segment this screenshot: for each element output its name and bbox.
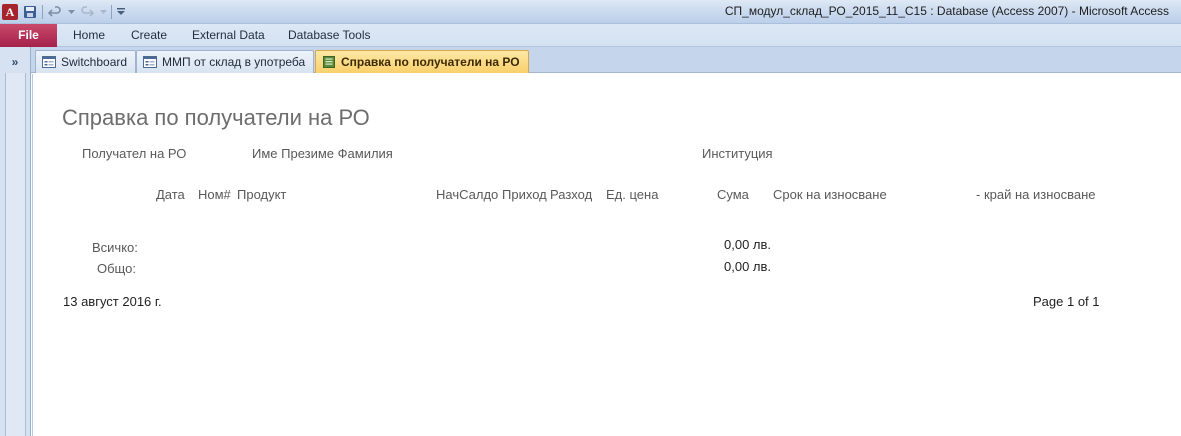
navigation-pane-collapsed: » — [0, 47, 31, 436]
column-header-wear-end: - край на износване — [976, 187, 1096, 202]
total-all-label: Всичко: — [92, 240, 138, 255]
name-label: Име Презиме Фамилия — [252, 146, 393, 161]
file-tab[interactable]: File — [0, 24, 57, 47]
column-header-number: Ном# — [198, 187, 231, 202]
form-icon — [42, 56, 56, 68]
institution-label: Институция — [702, 146, 773, 161]
save-icon[interactable] — [22, 4, 38, 20]
quick-access-toolbar: A — [2, 3, 126, 21]
title-bar: A СП_модул_склад_РО_2015_11_С15 : Databa… — [0, 0, 1181, 24]
grand-total-label: Общо: — [97, 261, 136, 276]
doc-tab-label: Switchboard — [61, 55, 128, 69]
undo-icon[interactable] — [47, 4, 63, 20]
doc-tab-label: ММП от склад в употреба — [162, 55, 306, 69]
report-date: 13 август 2016 г. — [63, 294, 162, 309]
ribbon-tab-bar: File Home Create External Data Database … — [0, 24, 1181, 47]
doc-tab-mmp[interactable]: ММП от склад в употреба — [136, 50, 315, 73]
column-header-sum: Сума — [717, 187, 749, 202]
page-number: Page 1 of 1 — [1033, 294, 1100, 309]
column-header-wear-term: Срок на износване — [773, 187, 887, 202]
navigation-pane-bar[interactable] — [5, 73, 26, 436]
qat-separator — [42, 5, 43, 19]
tab-create[interactable]: Create — [131, 24, 167, 47]
report-view: Справка по получатели на РО Получател на… — [32, 74, 1181, 436]
window-title: СП_модул_склад_РО_2015_11_С15 : Database… — [724, 4, 1169, 18]
form-icon — [143, 56, 157, 68]
column-header-opening-balance: НачСалдо — [436, 187, 499, 202]
grand-total-value: 0,00 лв. — [724, 259, 772, 274]
report-title: Справка по получатели на РО — [62, 105, 370, 130]
tab-external-data[interactable]: External Data — [192, 24, 265, 47]
column-header-unit-price: Ед. цена — [606, 187, 659, 202]
access-app-icon[interactable]: A — [2, 4, 18, 20]
doc-tab-switchboard[interactable]: Switchboard — [35, 50, 137, 73]
column-header-product: Продукт — [237, 187, 287, 202]
document-tab-bar: Switchboard ММП от склад в употреба Спра… — [31, 47, 1181, 73]
customize-qat-icon[interactable] — [116, 4, 126, 20]
undo-dropdown-icon[interactable] — [67, 4, 75, 20]
tab-home[interactable]: Home — [73, 24, 105, 47]
redo-dropdown-icon[interactable] — [99, 4, 107, 20]
redo-icon[interactable] — [79, 4, 95, 20]
qat-separator — [111, 5, 112, 19]
doc-tab-report-recipients[interactable]: Справка по получатели на РО — [315, 50, 529, 73]
column-header-expense: Разход — [550, 187, 593, 202]
report-icon — [323, 56, 335, 68]
total-all-value: 0,00 лв. — [724, 237, 772, 252]
column-header-income: Приход — [502, 187, 547, 202]
recipient-label: Получател на РО — [82, 146, 187, 161]
doc-tab-label: Справка по получатели на РО — [341, 55, 520, 69]
tab-database-tools[interactable]: Database Tools — [288, 24, 371, 47]
expand-navigation-icon[interactable]: » — [6, 55, 24, 69]
column-header-date: Дата — [156, 187, 185, 202]
